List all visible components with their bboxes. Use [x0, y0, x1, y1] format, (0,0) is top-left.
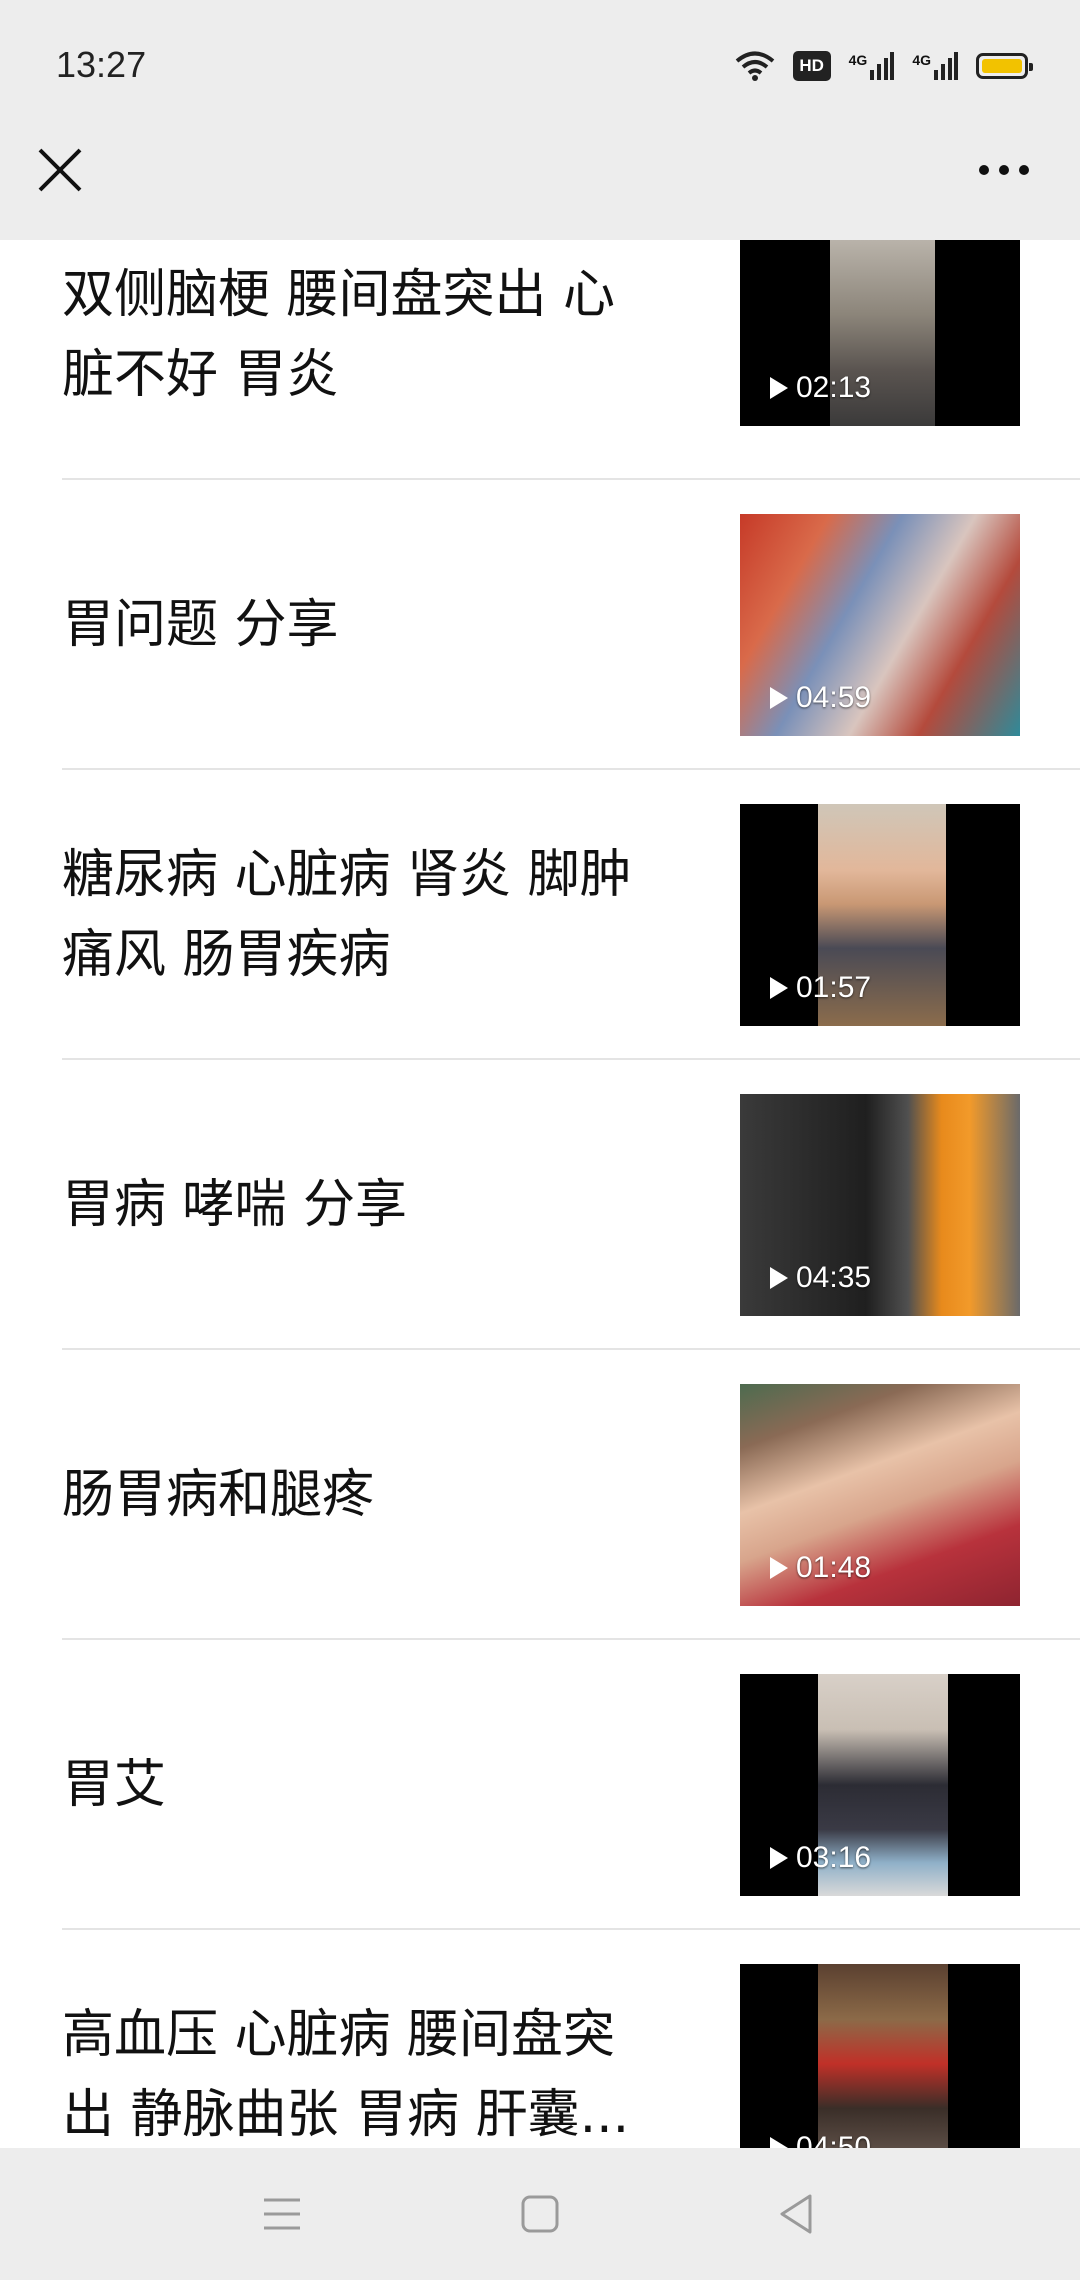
video-item[interactable]: 糖尿病 心脏病 肾炎 脚肿 痛风 肠胃疾病 01:57	[0, 770, 1080, 1060]
play-icon	[770, 687, 788, 709]
video-title: 胃问题 分享	[62, 595, 339, 655]
more-dots-icon	[979, 165, 1029, 175]
video-duration: 04:59	[770, 678, 871, 718]
video-duration: 01:48	[770, 1548, 871, 1588]
menu-button[interactable]	[252, 2184, 312, 2244]
video-list: 双侧脑梗 腰间盘突出 心脏不好 胃炎 02:13 胃问题 分享 04:59 糖尿…	[0, 240, 1080, 2148]
more-button[interactable]	[972, 150, 1036, 190]
video-duration: 04:35	[770, 1258, 871, 1298]
video-title: 双侧脑梗 腰间盘突出 心脏不好 胃炎	[62, 265, 616, 405]
close-icon	[38, 148, 82, 192]
video-item[interactable]: 高血压 心脏病 腰间盘突出 静脉曲张 胃病 肝囊... 04:50	[0, 1930, 1080, 2148]
video-thumbnail[interactable]: 04:59	[740, 514, 1020, 736]
video-item[interactable]: 双侧脑梗 腰间盘突出 心脏不好 胃炎 02:13	[0, 240, 1080, 480]
battery-level	[982, 59, 1022, 73]
back-button[interactable]	[766, 2184, 826, 2244]
video-duration: 04:50	[770, 2128, 871, 2148]
home-icon	[521, 2195, 559, 2233]
wifi-icon	[735, 51, 774, 81]
hd-voice-icon: HD	[792, 51, 831, 81]
status-bar: 13:27 HD 4G 4G	[0, 0, 1080, 130]
status-time: 13:27	[56, 44, 147, 85]
signal-4g-icon-2: 4G	[912, 52, 958, 80]
video-duration: 02:13	[770, 368, 871, 408]
battery-icon	[976, 53, 1033, 79]
system-nav-bar	[0, 2148, 1080, 2280]
video-thumbnail[interactable]: 01:57	[740, 804, 1020, 1026]
video-title: 胃病 哮喘 分享	[62, 1175, 408, 1235]
video-thumbnail[interactable]: 01:48	[740, 1384, 1020, 1606]
video-item[interactable]: 胃问题 分享 04:59	[0, 480, 1080, 770]
home-button[interactable]	[510, 2184, 570, 2244]
video-item[interactable]: 胃艾 03:16	[0, 1640, 1080, 1930]
video-title: 胃艾	[62, 1755, 167, 1815]
top-nav-bar	[0, 130, 1080, 240]
play-icon	[770, 377, 788, 399]
video-thumbnail[interactable]: 04:50	[740, 1964, 1020, 2148]
menu-icon	[264, 2198, 300, 2230]
play-icon	[770, 1267, 788, 1289]
video-title: 肠胃病和腿疼	[62, 1465, 375, 1525]
play-icon	[770, 1847, 788, 1869]
video-thumbnail[interactable]: 03:16	[740, 1674, 1020, 1896]
video-item[interactable]: 肠胃病和腿疼 01:48	[0, 1350, 1080, 1640]
video-duration: 01:57	[770, 968, 871, 1008]
video-item[interactable]: 胃病 哮喘 分享 04:35	[0, 1060, 1080, 1350]
play-icon	[770, 2137, 788, 2148]
video-title: 高血压 心脏病 腰间盘突出 静脉曲张 胃病 肝囊...	[62, 2005, 630, 2145]
video-thumbnail[interactable]: 02:13	[740, 240, 1020, 426]
video-duration: 03:16	[770, 1838, 871, 1878]
close-button[interactable]	[32, 142, 88, 198]
system-icons: HD 4G 4G	[735, 44, 1033, 88]
play-icon	[770, 977, 788, 999]
video-title: 糖尿病 心脏病 肾炎 脚肿 痛风 肠胃疾病	[62, 845, 632, 985]
signal-4g-icon-1: 4G	[849, 52, 895, 80]
play-icon	[770, 1557, 788, 1579]
video-thumbnail[interactable]: 04:35	[740, 1094, 1020, 1316]
thumbnail-image	[818, 1964, 948, 2148]
back-icon	[780, 2194, 812, 2234]
